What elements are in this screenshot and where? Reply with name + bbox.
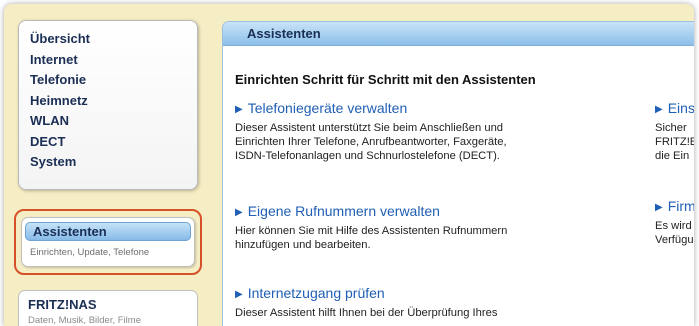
triangle-right-icon: ▶ bbox=[235, 104, 243, 115]
nav-item-heimnetz[interactable]: Heimnetz bbox=[30, 91, 197, 112]
triangle-right-icon: ▶ bbox=[655, 104, 663, 115]
link-firmware[interactable]: ▶ Firmw bbox=[655, 198, 694, 214]
desc-line: ISDN-Telefonanlagen und Schnurlostelefon… bbox=[235, 150, 500, 162]
assistenten-subtitle: Einrichten, Update, Telefone bbox=[30, 247, 150, 258]
nav-item-system[interactable]: System bbox=[30, 152, 197, 173]
assistenten-box: Assistenten Einrichten, Update, Telefone bbox=[21, 217, 195, 267]
link-label: Eigene Rufnummern verwalten bbox=[247, 203, 440, 219]
nav-item-assistenten[interactable]: Assistenten bbox=[25, 222, 191, 241]
section-description: Es wird Verfügu bbox=[655, 219, 694, 247]
desc-line: Verfügu bbox=[655, 234, 694, 246]
fritznas-box: FRITZ!NAS Daten, Musik, Bilder, Filme bbox=[18, 290, 198, 326]
link-internetzugang-pruefen[interactable]: ▶ Internetzugang prüfen bbox=[235, 285, 497, 301]
content-panel: Assistenten Einrichten Schritt für Schri… bbox=[222, 21, 694, 326]
triangle-right-icon: ▶ bbox=[235, 289, 243, 300]
app-frame: Übersicht Internet Telefonie Heimnetz WL… bbox=[4, 4, 694, 326]
section-description: Sicher FRITZ!E die Ein bbox=[655, 121, 694, 163]
link-label: Firmw bbox=[667, 198, 694, 214]
link-label: Internetzugang prüfen bbox=[247, 285, 385, 301]
desc-line: FRITZ!E bbox=[655, 136, 694, 148]
desc-line: die Ein bbox=[655, 150, 690, 162]
desc-line: Dieser Assistent hilft Ihnen bei der Übe… bbox=[235, 307, 498, 319]
section-description: Dieser Assistent hilft Ihnen bei der Übe… bbox=[235, 306, 497, 320]
section-description: Hier können Sie mit Hilfe des Assistente… bbox=[235, 224, 507, 252]
desc-line: Dieser Assistent unterstützt Sie beim An… bbox=[235, 122, 504, 134]
link-label: Telefoniegeräte verwalten bbox=[247, 100, 408, 116]
page-title: Einrichten Schritt für Schritt mit den A… bbox=[235, 72, 536, 87]
link-einstellungen[interactable]: ▶ Einste bbox=[655, 100, 694, 116]
section-firmware-partial: ▶ Firmw Es wird Verfügu bbox=[655, 198, 694, 247]
nav-item-internet[interactable]: Internet bbox=[30, 50, 197, 71]
section-description: Dieser Assistent unterstützt Sie beim An… bbox=[235, 121, 507, 163]
section-internetzugang: ▶ Internetzugang prüfen Dieser Assistent … bbox=[235, 285, 497, 320]
desc-line: Einrichten Ihrer Telefone, Anrufbeantwor… bbox=[235, 136, 507, 148]
triangle-right-icon: ▶ bbox=[655, 202, 663, 213]
desc-line: Sicher bbox=[655, 122, 687, 134]
main-nav: Übersicht Internet Telefonie Heimnetz WL… bbox=[18, 20, 198, 190]
nav-item-telefonie[interactable]: Telefonie bbox=[30, 70, 197, 91]
triangle-right-icon: ▶ bbox=[235, 207, 243, 218]
link-telefoniegeraete-verwalten[interactable]: ▶ Telefoniegeräte verwalten bbox=[235, 100, 507, 116]
desc-line: Es wird bbox=[655, 220, 692, 232]
nav-item-wlan[interactable]: WLAN bbox=[30, 111, 197, 132]
nav-item-dect[interactable]: DECT bbox=[30, 132, 197, 153]
desc-line: Hier können Sie mit Hilfe des Assistente… bbox=[235, 225, 508, 237]
content-header: Assistenten bbox=[223, 22, 694, 46]
section-rufnummern: ▶ Eigene Rufnummern verwalten Hier können… bbox=[235, 203, 507, 252]
section-einstellungen-partial: ▶ Einste Sicher FRITZ!E die Ein bbox=[655, 100, 694, 163]
link-eigene-rufnummern-verwalten[interactable]: ▶ Eigene Rufnummern verwalten bbox=[235, 203, 507, 219]
nav-item-uebersicht[interactable]: Übersicht bbox=[30, 29, 197, 50]
desc-line: hinzufügen und bearbeiten. bbox=[235, 239, 371, 251]
link-label: Einste bbox=[667, 100, 694, 116]
nav-item-fritznas[interactable]: FRITZ!NAS bbox=[28, 297, 197, 312]
section-telefoniegeraete: ▶ Telefoniegeräte verwalten Dieser Assist… bbox=[235, 100, 507, 163]
fritznas-subtitle: Daten, Musik, Bilder, Filme bbox=[28, 315, 141, 326]
